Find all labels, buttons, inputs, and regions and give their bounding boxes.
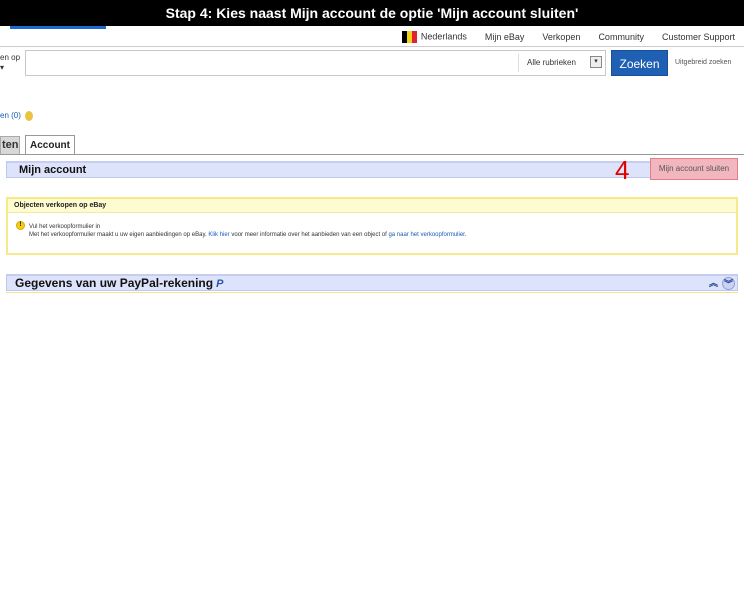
paypal-section-header: Gegevens van uw PayPal-rekening P ︽ ︾ bbox=[6, 274, 738, 291]
paypal-title: Gegevens van uw PayPal-rekening bbox=[15, 276, 214, 290]
advanced-search-link[interactable]: Uitgebreid zoeken bbox=[675, 59, 731, 66]
language-selector[interactable]: Nederlands bbox=[393, 31, 476, 43]
search-input[interactable]: Alle rubrieken ▾ bbox=[25, 50, 606, 76]
collapse-up-icon[interactable]: ︽ bbox=[707, 277, 720, 290]
category-select[interactable]: Alle rubrieken bbox=[527, 58, 576, 67]
belgium-flag-icon bbox=[401, 31, 417, 43]
close-account-link[interactable]: Mijn account sluiten bbox=[650, 158, 738, 180]
star-badge-icon bbox=[24, 111, 33, 121]
nav-mijn-ebay[interactable]: Mijn eBay bbox=[476, 32, 534, 42]
section-title: Mijn account bbox=[19, 164, 87, 176]
paypal-logo-icon: P bbox=[216, 278, 224, 290]
nav-verkopen[interactable]: Verkopen bbox=[533, 32, 589, 42]
search-button[interactable]: Zoeken bbox=[611, 50, 668, 76]
user-feedback-link[interactable]: en (0) bbox=[0, 111, 21, 120]
step-number-annotation: 4 bbox=[615, 155, 630, 185]
ebay-account-page: Nederlands Mijn eBay Verkopen Community … bbox=[0, 26, 744, 312]
section-underline bbox=[6, 292, 738, 293]
selling-notice: Objecten verkopen op eBay ! Vul het verk… bbox=[6, 197, 738, 255]
nav-community[interactable]: Community bbox=[589, 32, 653, 42]
header-accent bbox=[10, 26, 106, 29]
warning-icon: ! bbox=[16, 221, 25, 230]
notice-text: Met het verkoopformulier maakt u uw eige… bbox=[29, 232, 467, 238]
search-label: en op ▾ bbox=[0, 53, 21, 73]
sell-form-link[interactable]: ga naar het verkoopformulier bbox=[388, 232, 464, 238]
nav-customer-support[interactable]: Customer Support bbox=[653, 32, 744, 42]
language-label: Nederlands bbox=[420, 31, 467, 42]
section-toggle: ︽ ︾ bbox=[705, 277, 735, 290]
tabs-divider bbox=[0, 154, 744, 155]
instruction-banner: Stap 4: Kies naast Mijn account de optie… bbox=[0, 0, 744, 26]
expand-down-icon[interactable]: ︾ bbox=[722, 277, 735, 290]
tab-previous[interactable]: ten bbox=[0, 136, 20, 154]
tab-account[interactable]: Account bbox=[25, 135, 75, 155]
notice-body: ! Vul het verkoopformulier in Met het ve… bbox=[8, 213, 736, 239]
notice-header: Objecten verkopen op eBay bbox=[8, 199, 736, 213]
search-divider bbox=[518, 54, 519, 72]
dropdown-arrow-icon[interactable]: ▾ bbox=[590, 56, 602, 68]
chevron-down-icon[interactable]: ▾ bbox=[0, 63, 20, 73]
click-here-link[interactable]: Klik hier bbox=[208, 232, 229, 238]
nav-divider bbox=[0, 46, 744, 47]
notice-title: Vul het verkoopformulier in bbox=[29, 224, 101, 230]
top-navigation: Nederlands Mijn eBay Verkopen Community … bbox=[393, 28, 744, 46]
user-info: en (0) bbox=[0, 111, 33, 121]
